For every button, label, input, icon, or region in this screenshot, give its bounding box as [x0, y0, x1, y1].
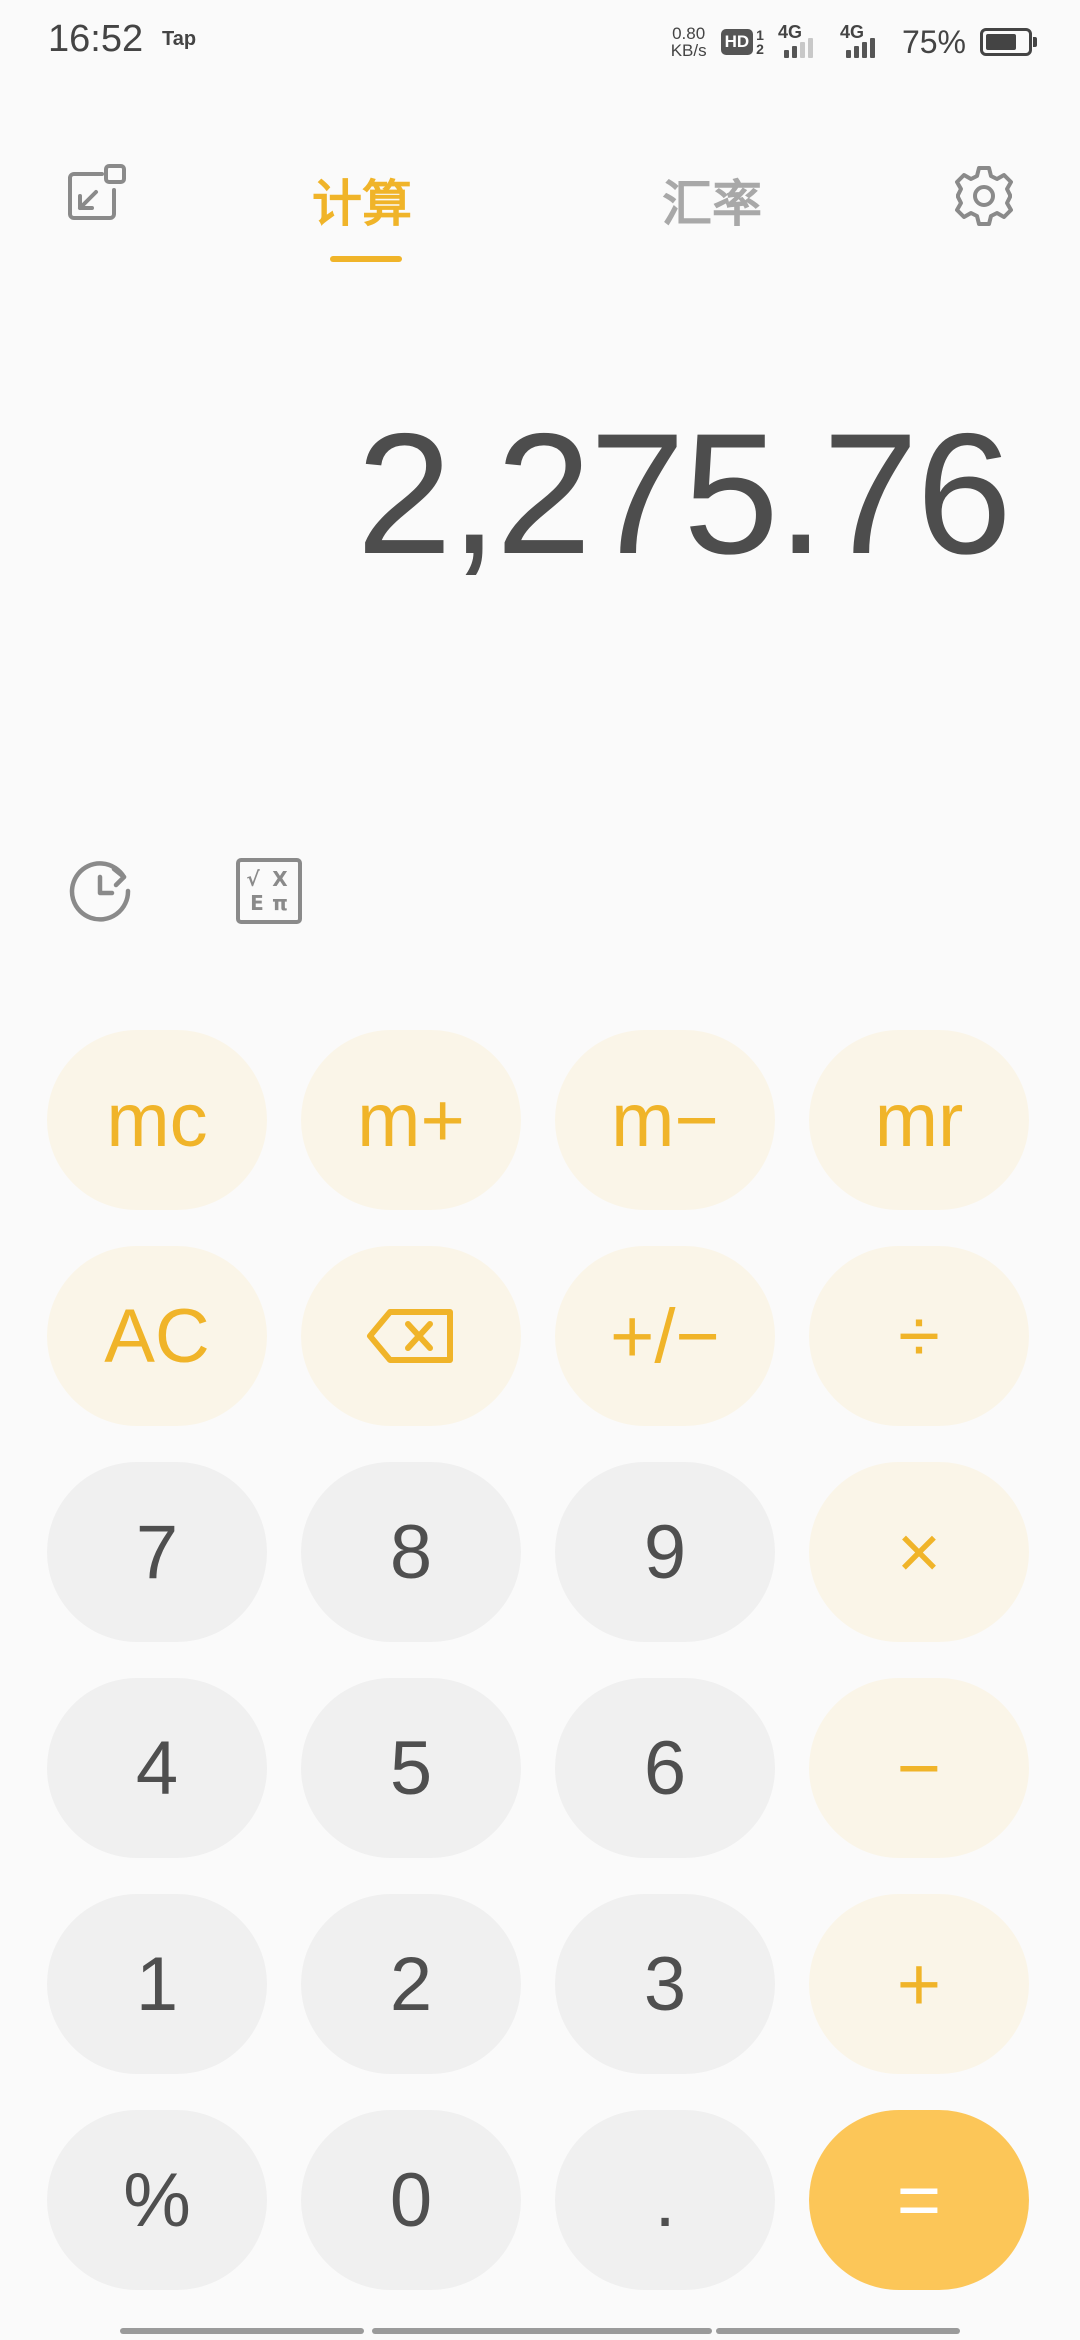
sci-glyph-sqrt: √ [246, 867, 260, 891]
all-clear-button[interactable]: AC [47, 1246, 267, 1426]
network-speed-unit: KB/s [670, 41, 707, 60]
memory-recall-button[interactable]: mr [809, 1030, 1029, 1210]
tab-exchange-rate[interactable]: 汇率 [662, 164, 762, 236]
digit-3-button[interactable]: 3 [555, 1894, 775, 2074]
network-speed: 0.80 KB/s [671, 25, 707, 59]
percent-button[interactable]: % [47, 2110, 267, 2290]
divide-button[interactable]: ÷ [809, 1246, 1029, 1426]
sci-glyph-x: X [272, 867, 288, 891]
hd-sim-top: 1 [756, 27, 764, 43]
battery-percent: 75% [901, 23, 966, 60]
backspace-button[interactable] [301, 1246, 521, 1426]
multiply-button[interactable]: × [809, 1462, 1029, 1642]
result-display: 2,275.76 [356, 398, 1012, 590]
hd-sim-bottom: 2 [756, 41, 764, 57]
status-time: 16:52 [48, 18, 144, 60]
memory-subtract-button[interactable]: m− [555, 1030, 775, 1210]
decimal-point-button[interactable]: . [555, 2110, 775, 2290]
battery-fill [986, 34, 1016, 50]
app-header: 计算 汇率 [0, 150, 1080, 270]
tab-active-indicator [330, 256, 402, 262]
digit-4-button[interactable]: 4 [47, 1678, 267, 1858]
sci-glyph-pi: π [272, 891, 288, 915]
digit-0-button[interactable]: 0 [301, 2110, 521, 2290]
digit-1-button[interactable]: 1 [47, 1894, 267, 2074]
sci-glyph-e: E [250, 891, 264, 915]
digit-5-button[interactable]: 5 [301, 1678, 521, 1858]
sim2-signal-icon: 4G [840, 22, 888, 62]
tab-calculate[interactable]: 计算 [312, 164, 412, 236]
nav-handle-right[interactable] [716, 2328, 960, 2334]
hd-label: HD [720, 29, 754, 55]
equals-button[interactable]: = [809, 2110, 1029, 2290]
backspace-icon [367, 1309, 453, 1363]
battery-icon [980, 28, 1037, 56]
network-speed-value: 0.80 [672, 24, 706, 43]
add-button[interactable]: + [809, 1894, 1029, 2074]
status-tap-label: Tap [162, 28, 197, 50]
digit-9-button[interactable]: 9 [555, 1462, 775, 1642]
subtract-button[interactable]: − [809, 1678, 1029, 1858]
memory-clear-button[interactable]: mc [47, 1030, 267, 1210]
status-bar: 16:52 Tap 0.80 KB/s HD 1 2 4G 4G 75% [0, 0, 1080, 80]
digit-7-button[interactable]: 7 [47, 1462, 267, 1642]
digit-8-button[interactable]: 8 [301, 1462, 521, 1642]
digit-6-button[interactable]: 6 [555, 1678, 775, 1858]
sim1-signal-icon: 4G [778, 22, 826, 62]
scientific-functions-icon[interactable]: √ X E π [236, 858, 308, 930]
nav-handle-left[interactable] [120, 2328, 364, 2334]
nav-handle-center[interactable] [372, 2328, 712, 2334]
digit-2-button[interactable]: 2 [301, 1894, 521, 2074]
memory-add-button[interactable]: m+ [301, 1030, 521, 1210]
toggle-sign-button[interactable]: +/− [555, 1246, 775, 1426]
settings-gear-icon[interactable] [952, 164, 1016, 228]
status-indicators: 0.80 KB/s HD 1 2 4G 4G 75% [671, 20, 1037, 64]
picture-in-picture-icon[interactable] [64, 162, 128, 226]
hd-voice-icon: HD 1 2 [720, 27, 764, 57]
history-clock-icon[interactable] [64, 855, 136, 927]
